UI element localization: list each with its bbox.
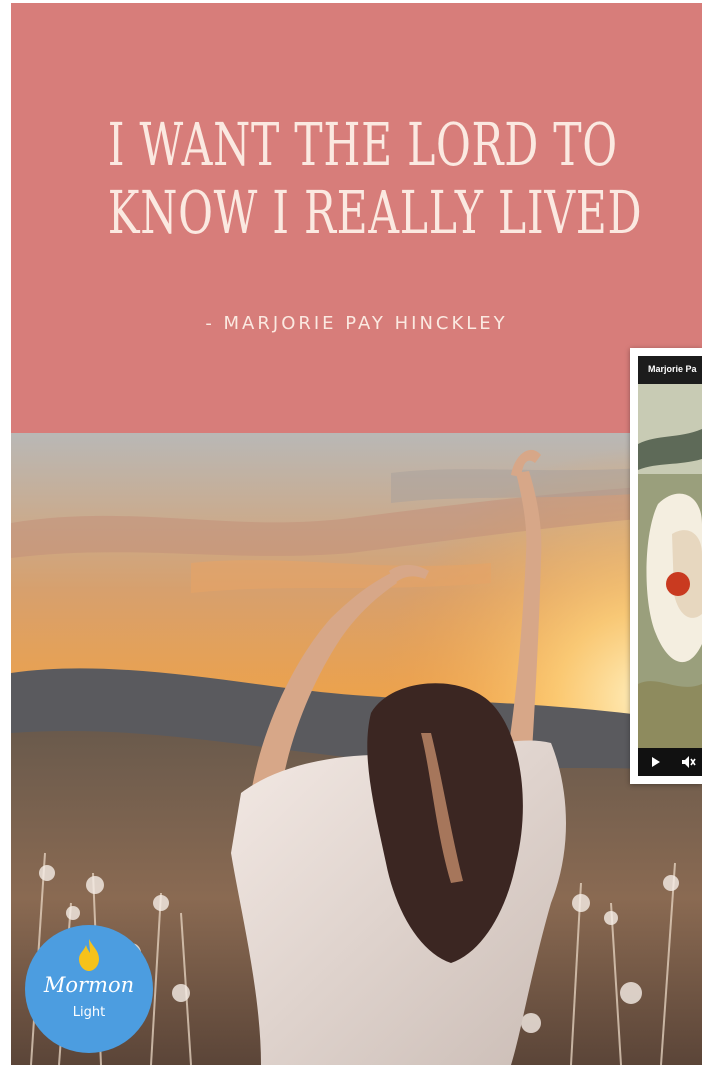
muted-speaker-icon bbox=[682, 756, 696, 768]
quote-banner: I WANT THE LORD TO KNOW I REALLY LIVED -… bbox=[11, 3, 702, 433]
logo-name: Mormon bbox=[43, 973, 135, 997]
quote-attribution: - MARJORIE PAY HINCKLEY bbox=[205, 313, 508, 334]
page: I WANT THE LORD TO KNOW I REALLY LIVED -… bbox=[0, 0, 702, 1066]
video-thumbnail-flower bbox=[638, 384, 702, 748]
video-title-bar: Marjorie Pa bbox=[638, 356, 702, 384]
logo-sub: Light bbox=[72, 1005, 106, 1020]
video-frame[interactable] bbox=[638, 384, 702, 748]
quote-card-image: I WANT THE LORD TO KNOW I REALLY LIVED -… bbox=[11, 3, 702, 1065]
mute-button[interactable] bbox=[680, 754, 698, 770]
video-player[interactable]: Marjorie Pa bbox=[638, 356, 702, 776]
mormon-light-logo[interactable]: Mormon Light bbox=[25, 925, 153, 1053]
play-button[interactable] bbox=[648, 754, 664, 770]
quote-line-2: KNOW I REALLY LIVED bbox=[107, 178, 643, 247]
flame-icon bbox=[79, 939, 99, 971]
floating-video-player[interactable]: Marjorie Pa bbox=[630, 348, 702, 784]
video-controls bbox=[638, 748, 702, 776]
quote-line-1: I WANT THE LORD TO bbox=[107, 110, 618, 179]
play-icon bbox=[652, 757, 660, 767]
quote-text: I WANT THE LORD TO KNOW I REALLY LIVED bbox=[107, 110, 643, 247]
video-title: Marjorie Pa bbox=[648, 364, 697, 374]
